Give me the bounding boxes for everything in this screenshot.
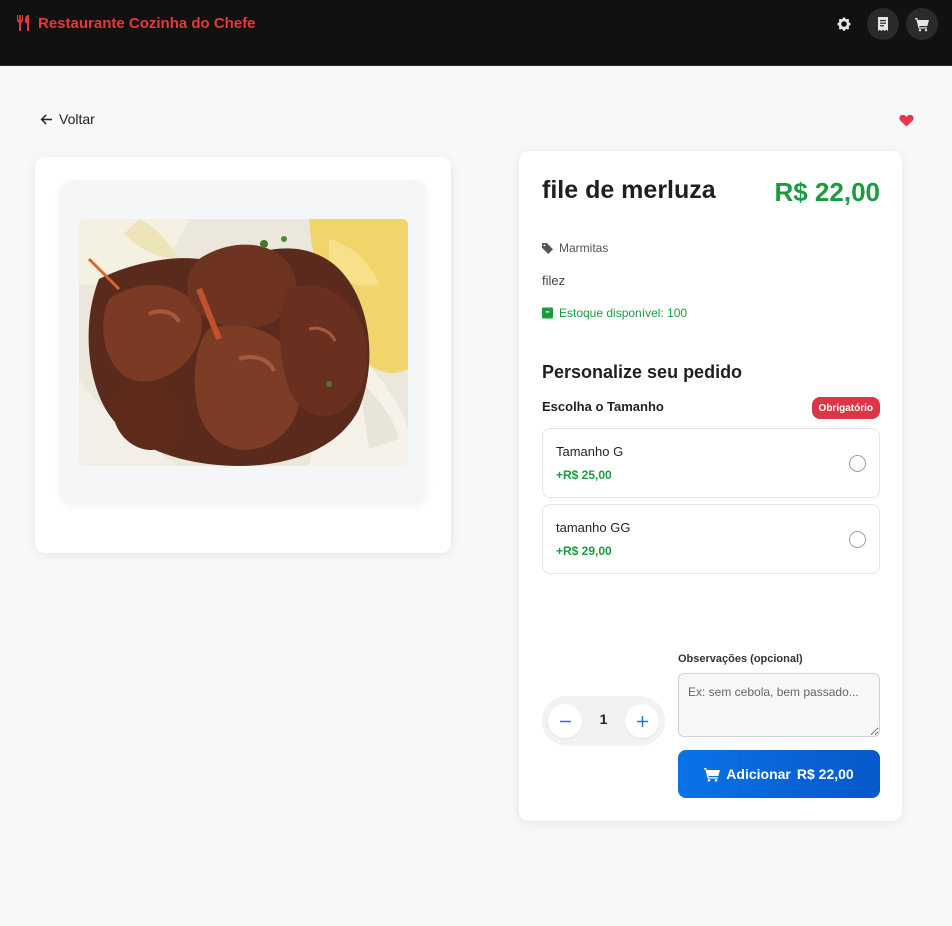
option-name: Tamanho G [556, 444, 624, 459]
increase-quantity-button[interactable] [625, 704, 659, 738]
option-radio[interactable] [849, 531, 866, 548]
stock-info: Estoque disponível: 100 [542, 306, 687, 320]
product-price: R$ 22,00 [774, 177, 880, 207]
food-photo [79, 219, 408, 466]
observations-field[interactable] [678, 673, 880, 737]
option-name: tamanho GG [556, 520, 631, 535]
category-label: Marmitas [559, 241, 609, 255]
gear-icon [837, 17, 851, 31]
option-price: +R$ 25,00 [556, 468, 612, 482]
product-image-card [35, 157, 451, 553]
cart-button[interactable] [906, 8, 938, 40]
add-to-cart-button[interactable]: Adicionar R$ 22,00 [678, 750, 880, 798]
product-category: Marmitas [542, 241, 608, 255]
quantity-stepper: 1 [542, 696, 665, 746]
back-label: Voltar [59, 111, 95, 127]
plus-icon [636, 715, 648, 727]
settings-button[interactable] [828, 8, 860, 40]
heart-icon[interactable] [899, 114, 914, 127]
back-link[interactable]: Voltar [40, 111, 95, 127]
box-icon [542, 307, 553, 319]
arrow-left-icon [40, 113, 53, 125]
product-detail-card: file de merluza R$ 22,00 Marmitas filez … [519, 151, 902, 821]
product-name: file de merluza [542, 176, 716, 204]
tag-icon [542, 242, 553, 254]
required-badge: Obrigatório [811, 397, 880, 419]
product-image [79, 219, 408, 466]
header-actions [828, 8, 938, 40]
image-frame [60, 180, 427, 502]
customize-title: Personalize seu pedido [542, 362, 743, 382]
stock-label: Estoque disponível: 100 [559, 306, 688, 320]
size-option-g[interactable]: Tamanho G +R$ 25,00 [542, 428, 880, 498]
cart-icon [704, 767, 721, 782]
option-radio[interactable] [849, 455, 866, 472]
size-group-title: Escolha o Tamanho [542, 399, 664, 414]
utensils-icon [17, 15, 29, 31]
size-option-gg[interactable]: tamanho GG +R$ 29,00 [542, 504, 880, 574]
observations-label: Observações (opcional) [678, 653, 803, 665]
cart-icon [915, 18, 929, 32]
brand-name: Restaurante Cozinha do Chefe [38, 14, 256, 32]
add-price: R$ 22,00 [796, 766, 854, 782]
brand-link[interactable]: Restaurante Cozinha do Chefe [16, 14, 256, 32]
add-label: Adicionar [726, 766, 791, 782]
option-price: +R$ 29,00 [556, 544, 612, 558]
orders-button[interactable] [867, 8, 899, 40]
top-navbar: Restaurante Cozinha do Chefe [0, 0, 952, 66]
receipt-icon [878, 17, 888, 31]
product-description: filez [542, 273, 566, 288]
